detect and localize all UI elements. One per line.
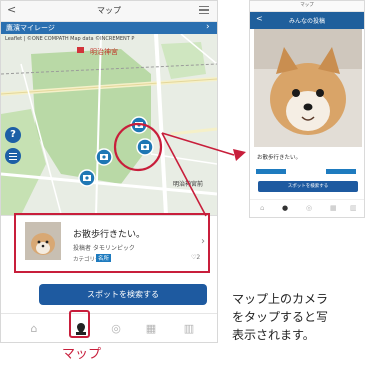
mileage-bar-label: 鷹濱マイレージ bbox=[6, 24, 55, 32]
description-text: マップ上のカメラ をタップすると写 表示されます。 bbox=[232, 290, 365, 344]
map-view[interactable]: 明治神宮 明治神宮前 Leaflet | ©ONE COMPATH Map da… bbox=[1, 34, 217, 215]
grid-icon[interactable]: ▦ bbox=[330, 204, 337, 212]
map-label-shrine: 明治神宮 bbox=[90, 47, 118, 56]
description-line: 表示されます。 bbox=[232, 328, 315, 342]
hamburger-menu-icon[interactable] bbox=[199, 6, 209, 14]
detail-header-title: みんなの投稿 bbox=[288, 18, 325, 25]
map-caption: マップ bbox=[62, 347, 102, 362]
home-icon[interactable]: ⌂ bbox=[260, 204, 264, 212]
camera-pin[interactable] bbox=[136, 138, 154, 156]
detail-header: < みんなの投稿 bbox=[250, 12, 364, 29]
chart-icon[interactable]: ▥ bbox=[182, 322, 196, 336]
camera-icon[interactable]: ◎ bbox=[306, 204, 312, 212]
detail-spot-search-label: スポットを検索する bbox=[287, 184, 329, 189]
map-attribution[interactable]: Leaflet | ©ONE COMPATH Map data ©INCREME… bbox=[5, 36, 217, 42]
chart-icon[interactable]: ▥ bbox=[350, 204, 357, 212]
grid-icon[interactable]: ▦ bbox=[144, 322, 158, 336]
camera-pin[interactable] bbox=[95, 148, 113, 166]
bottom-nav: ⌂ ◎ ▦ ▥ bbox=[1, 313, 217, 342]
map-canvas: 明治神宮 明治神宮前 bbox=[1, 34, 217, 215]
camera-icon[interactable]: ◎ bbox=[109, 322, 123, 336]
detail-top-title: マップ bbox=[300, 3, 314, 8]
mileage-bar[interactable]: 鷹濱マイレージ › bbox=[1, 22, 217, 34]
description-line: マップ上のカメラ bbox=[232, 292, 329, 306]
page-title: マップ bbox=[97, 6, 121, 15]
detail-spot-search-button[interactable]: スポットを検索する bbox=[258, 181, 358, 192]
list-button[interactable] bbox=[5, 148, 21, 164]
home-icon[interactable]: ⌂ bbox=[27, 322, 41, 336]
post-highlight-box bbox=[14, 213, 210, 273]
post-photo bbox=[254, 29, 362, 147]
map-tab-highlight bbox=[69, 310, 90, 338]
spot-search-button[interactable]: スポットを検索する bbox=[39, 284, 207, 305]
help-button[interactable]: ? bbox=[5, 127, 21, 143]
top-bar: < マップ bbox=[1, 1, 217, 22]
camera-pin[interactable] bbox=[78, 169, 96, 187]
map-pin-icon[interactable]: ● bbox=[282, 204, 288, 212]
detail-tags bbox=[256, 169, 356, 174]
description-line: をタップすると写 bbox=[232, 310, 329, 324]
map-label-station: 明治神宮前 bbox=[173, 180, 203, 188]
main-phone-screen: < マップ 鷹濱マイレージ › 明治神宮 明治神宮前 Leaflet | ©ON… bbox=[0, 0, 218, 343]
spot-search-label: スポットを検索する bbox=[87, 290, 159, 299]
detail-phone-screen: マップ < みんなの投稿 お散歩行きたい。 スポットを検索する ⌂ ● ◎ ▦ … bbox=[249, 0, 365, 218]
detail-caption: お散歩行きたい。 bbox=[257, 155, 302, 161]
detail-bottom-nav: ⌂ ● ◎ ▦ ▥ bbox=[250, 199, 364, 217]
detail-top-bar: マップ bbox=[250, 1, 364, 12]
chevron-right-icon: › bbox=[206, 22, 210, 32]
